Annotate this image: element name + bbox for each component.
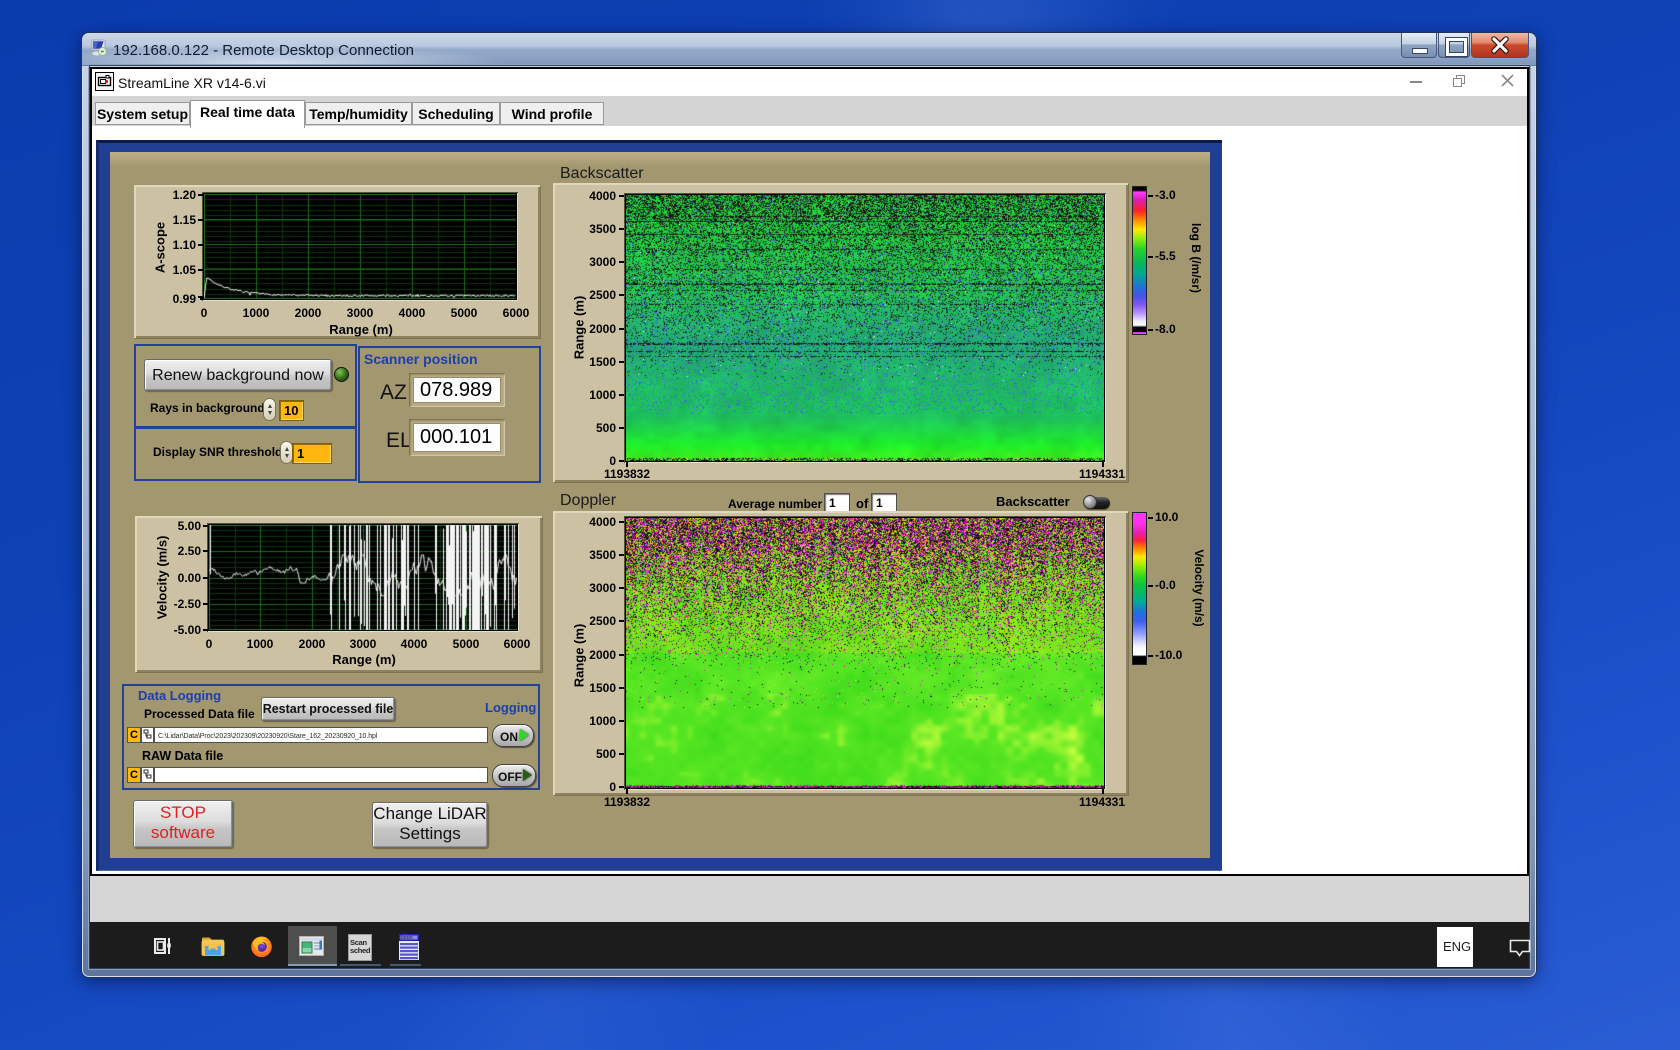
svg-text:SEEK: SEEK bbox=[401, 935, 413, 940]
